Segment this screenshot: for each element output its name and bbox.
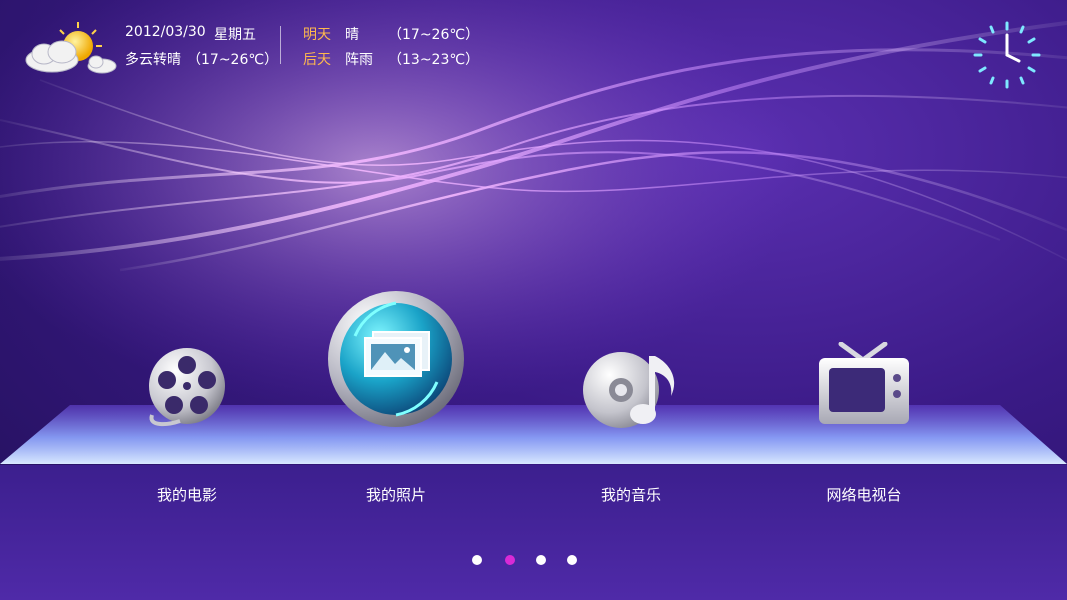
page-indicator: [466, 552, 586, 568]
menu-item-label: 我的照片: [365, 486, 426, 504]
weather-day-after-temp: （13~23℃）: [388, 52, 480, 68]
menu-item-my-movies[interactable]: 我的电影: [97, 290, 277, 520]
page-dot-4[interactable]: [567, 555, 577, 565]
partly-cloudy-icon: [25, 22, 117, 74]
menu-item-my-photos[interactable]: 我的照片: [306, 290, 486, 520]
weather-day-after-condition: 阵雨: [345, 52, 373, 68]
weather-weekday: 星期五: [214, 27, 256, 43]
page-dot-3[interactable]: [536, 555, 546, 565]
film-reel-icon: [149, 348, 225, 427]
page-dot-2[interactable]: [505, 555, 515, 565]
menu-item-network-tv[interactable]: 网络电视台: [774, 290, 954, 520]
weather-date: 2012/03/30: [125, 24, 206, 40]
menu-item-label: 我的音乐: [600, 486, 661, 504]
weather-day-after-label: 后天: [303, 52, 331, 68]
clock-icon[interactable]: [971, 19, 1043, 91]
weather-tomorrow-condition: 晴: [345, 27, 359, 43]
weather-widget[interactable]: 2012/03/30 星期五 多云转晴 （17~26℃） 明天 晴 （17~26…: [22, 18, 482, 78]
menu-item-my-music[interactable]: 我的音乐: [541, 290, 721, 520]
photos-icon: [328, 291, 464, 427]
weather-divider: [280, 26, 281, 64]
weather-tomorrow-temp: （17~26℃）: [388, 27, 480, 43]
menu-item-label: 网络电视台: [826, 486, 902, 504]
tv-icon: [819, 342, 909, 424]
menu-item-label: 我的电影: [156, 486, 217, 504]
music-disc-icon: [583, 352, 675, 428]
weather-tomorrow-label: 明天: [303, 27, 331, 43]
weather-today-forecast: 多云转晴: [125, 52, 181, 68]
page-dot-1[interactable]: [472, 555, 482, 565]
weather-today-temp: （17~26℃）: [187, 52, 279, 68]
